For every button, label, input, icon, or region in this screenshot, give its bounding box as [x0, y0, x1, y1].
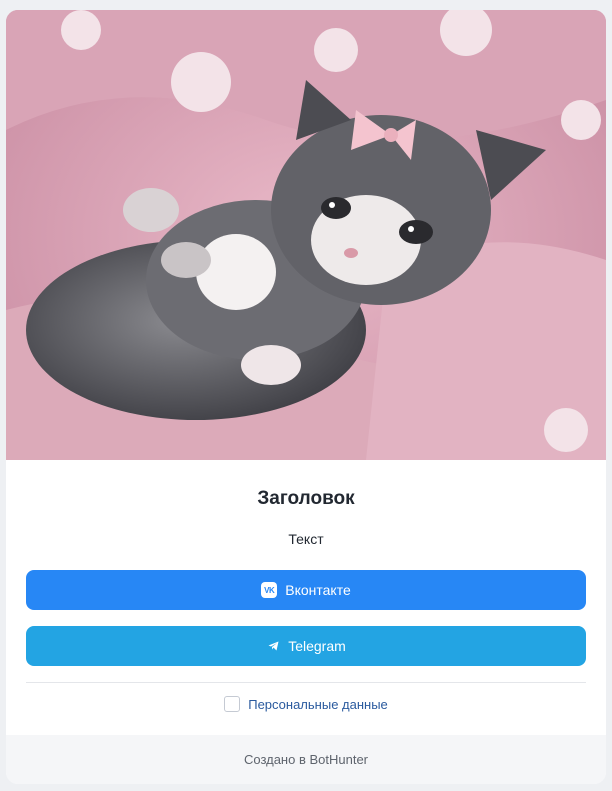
consent-checkbox[interactable] — [224, 696, 241, 712]
personal-data-link[interactable]: Персональные данные — [248, 697, 388, 712]
footer: Создано в BotHunter — [6, 735, 606, 784]
footer-text: Создано в BotHunter — [243, 752, 369, 767]
divider — [26, 682, 586, 683]
telegram-button[interactable]: Telegram — [26, 626, 586, 666]
landing-card: Заголовок Текст VK Вконтакте Telegram Пе… — [6, 10, 606, 784]
consent-row: Персональные данные — [6, 696, 606, 712]
vk-logo-icon: VK — [261, 582, 278, 598]
page-title: Заголовок — [257, 488, 355, 509]
vk-button[interactable]: VK Вконтакте — [26, 570, 586, 610]
page-text: Текст — [288, 531, 324, 547]
vk-button-label: Вконтакте — [285, 582, 351, 598]
telegram-button-label: Telegram — [288, 638, 346, 654]
hero-image — [6, 10, 606, 460]
kitten-photo — [6, 10, 606, 460]
telegram-plane-icon — [266, 639, 280, 653]
